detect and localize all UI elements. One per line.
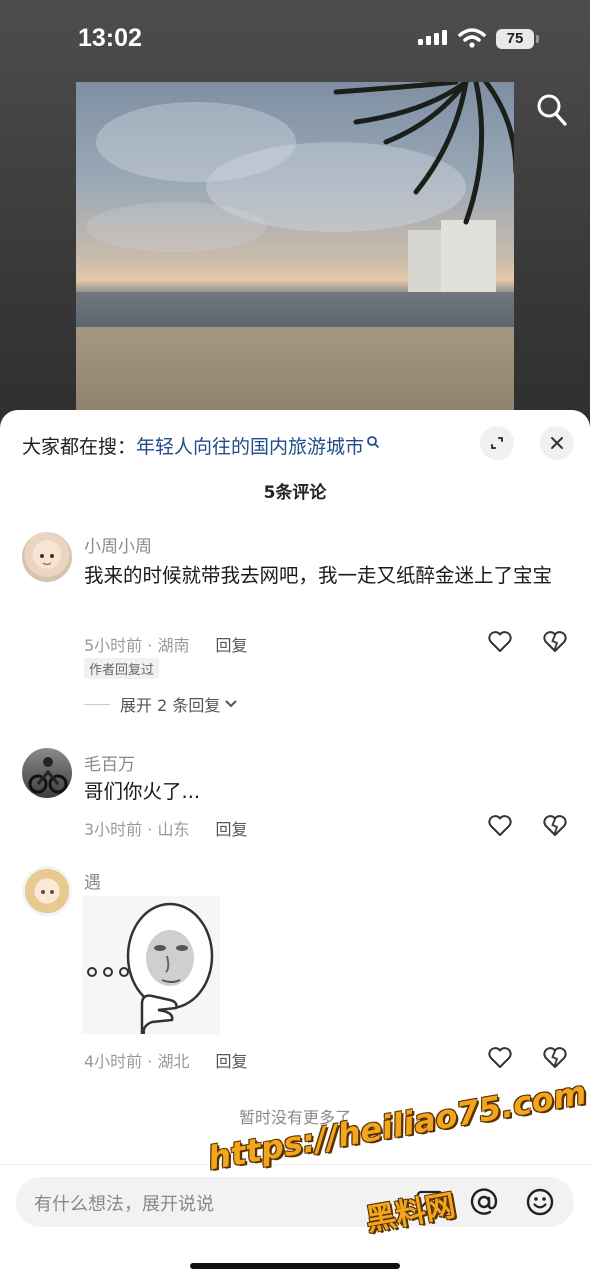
comment-meta: 5小时前 · 湖南 回复 <box>84 632 247 656</box>
comment-time-location: 3小时前 · 山东 <box>84 820 190 839</box>
signal-icon <box>418 30 447 45</box>
search-suggestion[interactable]: 大家都在搜：年轻人向往的国内旅游城市 <box>22 432 380 459</box>
palm-tree <box>333 82 514 225</box>
avatar[interactable] <box>22 748 72 798</box>
status-bar: 13:02 75 <box>0 0 590 80</box>
reply-button[interactable]: 回复 <box>215 636 247 655</box>
comment-meta: 4小时前 · 湖北 回复 <box>84 1048 247 1072</box>
heart-icon[interactable] <box>487 814 513 838</box>
comment-input-bar: 有什么想法，展开说说 <box>0 1164 590 1280</box>
comment-username[interactable]: 毛百万 <box>84 750 135 775</box>
beach-photo <box>76 82 514 412</box>
broken-heart-icon[interactable] <box>542 1046 568 1070</box>
search-icon[interactable] <box>537 94 567 126</box>
comment-text: 我来的时候就带我去网吧，我一走又纸醉金迷上了宝宝 <box>84 564 553 587</box>
comment-input-placeholder: 有什么想法，展开说说 <box>34 1194 214 1215</box>
comment-username[interactable]: 遇 <box>84 868 101 893</box>
comment-username[interactable]: 小周小周 <box>84 532 152 557</box>
broken-heart-icon[interactable] <box>542 630 568 654</box>
small-search-icon <box>367 436 380 449</box>
reply-button[interactable]: 回复 <box>215 820 247 839</box>
search-hint-link[interactable]: 年轻人向往的国内旅游城市 <box>136 436 364 458</box>
home-indicator[interactable] <box>190 1263 400 1269</box>
expand-sheet-button[interactable] <box>480 426 514 460</box>
at-icon[interactable] <box>468 1186 500 1218</box>
comment-text: 哥们你火了... <box>84 780 201 803</box>
heart-icon[interactable] <box>487 1046 513 1070</box>
author-replied-tag: 作者回复过 <box>84 658 160 679</box>
expand-replies-button[interactable]: 展开 2 条回复 <box>84 692 238 716</box>
thinking-face-sticker[interactable] <box>82 896 220 1034</box>
expand-icon <box>491 437 503 449</box>
status-time: 13:02 <box>78 24 142 52</box>
battery-indicator: 75 <box>496 29 539 49</box>
avatar[interactable] <box>22 866 72 916</box>
reply-button[interactable]: 回复 <box>215 1052 247 1071</box>
comment-time-location: 5小时前 · 湖南 <box>84 636 190 655</box>
search-hint-prefix: 大家都在搜： <box>22 436 137 458</box>
comment-time-location: 4小时前 · 湖北 <box>84 1052 190 1071</box>
comment-meta: 3小时前 · 山东 回复 <box>84 816 247 840</box>
heart-icon[interactable] <box>487 630 513 654</box>
emoji-icon[interactable] <box>524 1186 556 1218</box>
video-area[interactable]: 13:02 75 <box>0 0 590 430</box>
comment-count-title: 5条评论 <box>263 483 327 503</box>
wifi-icon <box>458 28 486 48</box>
broken-heart-icon[interactable] <box>542 814 568 838</box>
avatar[interactable] <box>22 532 72 582</box>
comment-input[interactable]: 有什么想法，展开说说 <box>16 1177 574 1227</box>
chevron-down-icon <box>225 700 238 708</box>
expand-replies-label: 展开 2 条回复 <box>120 696 221 715</box>
close-icon <box>551 437 563 449</box>
close-button[interactable] <box>540 426 574 460</box>
